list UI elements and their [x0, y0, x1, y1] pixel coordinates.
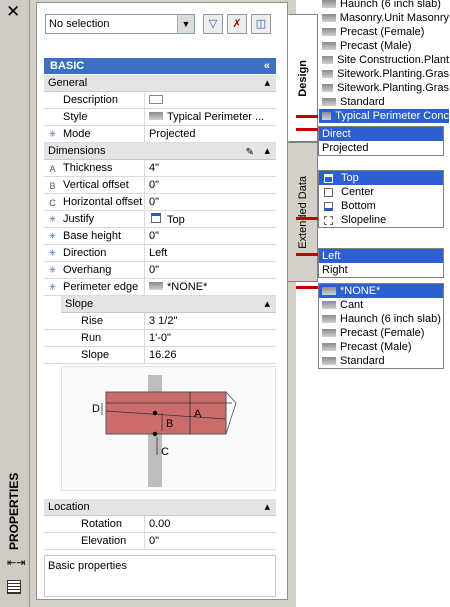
list-item[interactable]: Slopeline — [319, 213, 443, 227]
select-objects-icon[interactable]: ◫ — [251, 14, 271, 34]
list-item[interactable]: Precast (Male) — [319, 39, 449, 53]
row-horizontal-offset[interactable]: C Horizontal offset 0" — [44, 194, 276, 211]
asterisk-icon: ✳ — [48, 248, 57, 258]
callout-line — [296, 128, 318, 131]
row-elevation[interactable]: Elevation 0" — [44, 533, 276, 550]
tab-extended-data[interactable]: Extended Data — [288, 142, 318, 282]
list-item[interactable]: Standard — [319, 95, 449, 109]
list-item[interactable]: Site Construction.Plant — [319, 53, 449, 67]
diagram-label-d: D — [92, 403, 100, 415]
list-item-selected[interactable]: Top — [319, 171, 443, 185]
close-icon[interactable]: ✕ — [6, 2, 20, 22]
properties-menu-icon[interactable] — [7, 580, 21, 594]
list-item-selected[interactable]: Typical Perimeter Conc — [319, 109, 449, 123]
direction-list: Left Right — [318, 248, 444, 278]
callout-line — [296, 115, 318, 118]
edge-list: *NONE* Cant Haunch (6 inch slab) Precast… — [318, 283, 444, 369]
list-item[interactable]: Haunch (6 inch slab) — [319, 0, 449, 11]
location-section[interactable]: Location ▴ — [44, 499, 276, 516]
row-run[interactable]: Run 1'-0" — [44, 330, 276, 347]
row-rise[interactable]: Rise 3 1/2" — [44, 313, 276, 330]
chevron-up-icon: ▴ — [264, 298, 270, 310]
slab-edge-diagram: D A B C — [61, 366, 276, 491]
palette-title: PROPERTIES — [7, 472, 21, 550]
row-mode[interactable]: ✳ Mode Projected — [44, 126, 276, 143]
justify-list: Top Center Bottom Slopeline — [318, 170, 444, 228]
row-rotation[interactable]: Rotation 0.00 — [44, 516, 276, 533]
row-style[interactable]: Style Typical Perimeter ... — [44, 109, 276, 126]
asterisk-icon: ✳ — [48, 129, 57, 139]
row-overhang[interactable]: ✳ Overhang 0" — [44, 262, 276, 279]
row-base-height[interactable]: ✳ Base height 0" — [44, 228, 276, 245]
dimensions-section[interactable]: Dimensions ✎ ▴ — [44, 143, 276, 160]
asterisk-icon: ✳ — [48, 231, 57, 241]
basic-header[interactable]: BASIC « — [44, 58, 276, 74]
chevron-up-icon: ▴ — [264, 145, 270, 157]
tab-design[interactable]: Design — [288, 14, 318, 142]
diagram-label-b: B — [166, 418, 173, 430]
help-text: Basic properties — [44, 555, 276, 597]
list-item[interactable]: Precast (Female) — [319, 25, 449, 39]
list-item[interactable]: Right — [319, 263, 443, 277]
mode-list: Direct Projected — [318, 126, 444, 156]
edge-swatch-icon — [149, 282, 163, 290]
list-item[interactable]: Center — [319, 185, 443, 199]
tab-column: Design Extended Data — [288, 14, 318, 284]
row-perimeter-edge[interactable]: ✳ Perimeter edge *NONE* — [44, 279, 276, 296]
row-thickness[interactable]: A Thickness 4" — [44, 160, 276, 177]
collapse-icon[interactable]: « — [264, 58, 270, 74]
asterisk-icon: ✳ — [48, 282, 57, 292]
basic-title: BASIC — [50, 60, 85, 72]
toggle-pickadd-icon[interactable]: ✗ — [227, 14, 247, 34]
justify-top-icon — [151, 213, 161, 223]
list-item-selected[interactable]: Left — [319, 249, 443, 263]
callout-line — [296, 253, 318, 256]
diagram-label-a: A — [194, 408, 202, 420]
row-direction[interactable]: ✳ Direction Left — [44, 245, 276, 262]
chevron-up-icon: ▴ — [264, 77, 270, 89]
edit-dimensions-icon[interactable]: ✎ — [246, 144, 254, 161]
list-item[interactable]: Precast (Male) — [319, 340, 443, 354]
list-item[interactable]: Masonry.Unit Masonry — [319, 11, 449, 25]
list-item-selected[interactable]: *NONE* — [319, 284, 443, 298]
list-item[interactable]: Haunch (6 inch slab) — [319, 312, 443, 326]
asterisk-icon: ✳ — [48, 265, 57, 275]
diagram-label-c: C — [161, 446, 169, 458]
row-justify[interactable]: ✳ Justify Top — [44, 211, 276, 228]
style-list: Haunch (6 inch slab) Masonry.Unit Masonr… — [318, 0, 450, 123]
list-item[interactable]: Precast (Female) — [319, 326, 443, 340]
row-slope[interactable]: Slope 16.26 — [44, 347, 276, 364]
list-item[interactable]: Sitework.Planting.Gras — [319, 81, 449, 95]
style-swatch-icon — [149, 112, 163, 120]
list-item[interactable]: Bottom — [319, 199, 443, 213]
callout-line — [296, 286, 318, 289]
list-item[interactable]: Cant — [319, 298, 443, 312]
list-item[interactable]: Standard — [319, 354, 443, 368]
palette-content: No selection ▼ ▽ ✗ ◫ BASIC « General ▴ De… — [36, 2, 288, 600]
auto-hide-icon[interactable]: ⇤⇥ — [7, 556, 25, 569]
row-vertical-offset[interactable]: B Vertical offset 0" — [44, 177, 276, 194]
list-item[interactable]: Sitework.Planting.Gras — [319, 67, 449, 81]
chevron-down-icon[interactable]: ▼ — [177, 15, 194, 33]
list-item[interactable]: Projected — [319, 141, 443, 155]
row-description[interactable]: Description — [44, 92, 276, 109]
selection-dropdown[interactable]: No selection ▼ — [45, 14, 195, 34]
callout-line — [296, 217, 318, 220]
quick-select-icon[interactable]: ▽ — [203, 14, 223, 34]
general-section[interactable]: General ▴ — [44, 75, 276, 92]
description-edit-icon[interactable] — [149, 95, 163, 104]
palette-title-strip: ✕ PROPERTIES ⇤⇥ — [0, 0, 30, 607]
asterisk-icon: ✳ — [48, 214, 57, 224]
chevron-up-icon: ▴ — [264, 501, 270, 513]
slope-section[interactable]: Slope ▴ — [61, 296, 276, 313]
selection-value: No selection — [49, 18, 110, 30]
list-item-selected[interactable]: Direct — [319, 127, 443, 141]
